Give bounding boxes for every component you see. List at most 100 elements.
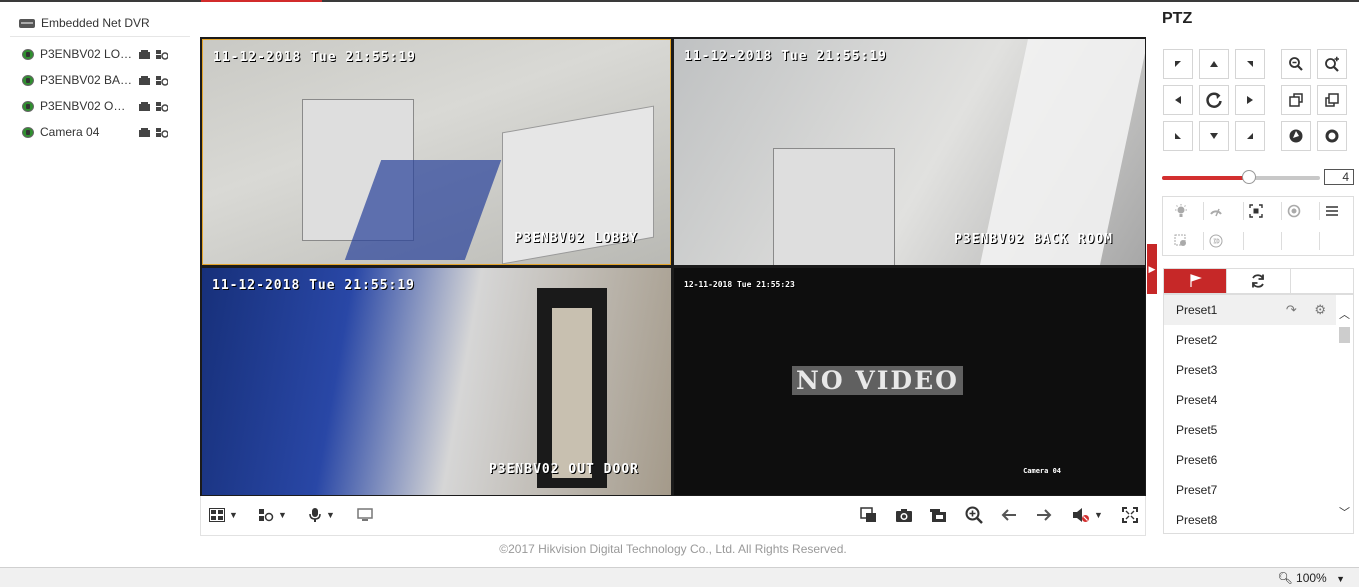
preset-label: Preset8 bbox=[1176, 513, 1218, 527]
record-icon[interactable] bbox=[138, 101, 151, 112]
ptz-tabs bbox=[1163, 268, 1354, 294]
zoom-out-button[interactable] bbox=[1281, 49, 1311, 79]
ptz-right-down-button[interactable] bbox=[1235, 121, 1265, 151]
ezoom-button[interactable] bbox=[357, 505, 373, 525]
tab-patrols[interactable] bbox=[1227, 269, 1291, 293]
iris-close-button[interactable] bbox=[1317, 121, 1347, 151]
ptz-left-up-button[interactable] bbox=[1163, 49, 1193, 79]
camera-icon bbox=[22, 48, 34, 60]
function-slot bbox=[1319, 232, 1350, 250]
ptz-down-button[interactable] bbox=[1199, 121, 1229, 151]
stream-button[interactable]: ▼ bbox=[258, 505, 287, 525]
playback-icon[interactable] bbox=[155, 49, 168, 60]
playback-icon[interactable] bbox=[155, 101, 168, 112]
no-video-label: NO VIDEO bbox=[792, 366, 963, 395]
status-bar: 🔍︎ 100% ▼ bbox=[0, 567, 1359, 587]
video-cell-out-door[interactable]: 11-12-2018 Tue 21:55:19 P3ENBV02 OUT DOO… bbox=[202, 268, 671, 495]
chevron-down-icon: ▼ bbox=[229, 510, 238, 520]
video-cell-lobby[interactable]: 11-12-2018 Tue 21:55:19 P3ENBV02 LOBBY bbox=[202, 39, 671, 265]
audio-button[interactable]: ▼ bbox=[1072, 505, 1103, 525]
osd-camera-name: P3ENBV02 OUT DOOR bbox=[488, 462, 639, 477]
fullscreen-button[interactable] bbox=[1122, 505, 1138, 525]
collapse-panel-button[interactable]: ▶ bbox=[1147, 244, 1157, 294]
refresh-icon bbox=[1252, 274, 1265, 288]
preset-label: Preset5 bbox=[1176, 423, 1218, 437]
record-button[interactable] bbox=[929, 505, 947, 525]
video-cell-camera-04[interactable]: 12-11-2018 Tue 21:55:23 NO VIDEO Camera … bbox=[674, 268, 1145, 495]
light-button[interactable] bbox=[1169, 202, 1193, 220]
preset-item[interactable]: Preset1 ↷ ⚙ bbox=[1164, 295, 1336, 325]
scrollbar-thumb[interactable] bbox=[1339, 327, 1350, 343]
menu-button[interactable] bbox=[1319, 202, 1344, 220]
osd-timestamp: 12-11-2018 Tue 21:55:23 bbox=[684, 280, 795, 289]
preset-item[interactable]: Preset8 bbox=[1164, 505, 1336, 533]
ptz-right-button[interactable] bbox=[1235, 85, 1265, 115]
preset-item[interactable]: Preset6 bbox=[1164, 445, 1336, 475]
ptz-auto-button[interactable] bbox=[1199, 85, 1229, 115]
track-icon bbox=[1174, 234, 1186, 246]
call-preset-icon[interactable]: ↷ bbox=[1286, 302, 1297, 317]
iris-open-button[interactable] bbox=[1281, 121, 1311, 151]
slider-handle[interactable] bbox=[1241, 170, 1256, 184]
chevron-down-icon: ▼ bbox=[278, 510, 287, 520]
speaker-muted-icon bbox=[1073, 508, 1089, 522]
audio-talk-button[interactable]: ▼ bbox=[308, 505, 335, 525]
arrow-up-icon bbox=[1210, 61, 1218, 67]
record-icon[interactable] bbox=[138, 49, 151, 60]
playback-icon[interactable] bbox=[155, 127, 168, 138]
zoom-control[interactable]: 🔍︎ 100% ▼ bbox=[1277, 571, 1345, 585]
preset-item[interactable]: Preset2 bbox=[1164, 325, 1336, 355]
device-tree: Embedded Net DVR P3ENBV02 LOBBY P3ENBV02… bbox=[10, 10, 190, 145]
ptz-left-button[interactable] bbox=[1163, 85, 1193, 115]
tree-root[interactable]: Embedded Net DVR bbox=[10, 10, 190, 37]
gear-icon[interactable]: ⚙ bbox=[1314, 302, 1326, 317]
tab-presets[interactable] bbox=[1164, 269, 1228, 293]
chevron-down-icon[interactable]: ﹀ bbox=[1336, 505, 1353, 521]
manual-track-button[interactable] bbox=[1169, 232, 1193, 250]
capture-button[interactable] bbox=[895, 505, 913, 525]
preset-scrollbar[interactable]: ︿ ﹀ bbox=[1336, 295, 1353, 533]
preset-item[interactable]: Preset7 bbox=[1164, 475, 1336, 505]
tree-root-label: Embedded Net DVR bbox=[41, 16, 150, 30]
preset-item[interactable]: Preset4 bbox=[1164, 385, 1336, 415]
zoom-in-button[interactable] bbox=[1317, 49, 1347, 79]
record-icon[interactable] bbox=[138, 75, 151, 86]
record-icon[interactable] bbox=[138, 127, 151, 138]
preset-item[interactable]: Preset3 bbox=[1164, 355, 1336, 385]
focus-far-button[interactable] bbox=[1317, 85, 1347, 115]
lens-init-button[interactable] bbox=[1281, 202, 1306, 220]
tree-item-camera[interactable]: P3ENBV02 BACK ROOM bbox=[10, 67, 190, 93]
tree-item-camera[interactable]: P3ENBV02 LOBBY bbox=[10, 41, 190, 67]
previous-page-button[interactable] bbox=[1001, 505, 1017, 525]
chevron-down-icon: ▼ bbox=[326, 510, 335, 520]
rotate-icon bbox=[1206, 92, 1222, 108]
ptz-left-down-button[interactable] bbox=[1163, 121, 1193, 151]
camera-icon bbox=[22, 74, 34, 86]
chevron-up-icon[interactable]: ︿ bbox=[1336, 307, 1353, 323]
ptz-up-button[interactable] bbox=[1199, 49, 1229, 79]
stop-all-button[interactable] bbox=[860, 505, 877, 525]
wiper-button[interactable] bbox=[1203, 202, 1228, 220]
preset-label: Preset3 bbox=[1176, 363, 1218, 377]
tree-item-camera[interactable]: Camera 04 bbox=[10, 119, 190, 145]
playback-icon[interactable] bbox=[155, 75, 168, 86]
ptz-speed-slider[interactable] bbox=[1162, 170, 1320, 184]
preset-item[interactable]: Preset5 bbox=[1164, 415, 1336, 445]
auxiliary-focus-button[interactable] bbox=[1243, 202, 1268, 220]
3d-zoom-button[interactable] bbox=[1203, 232, 1228, 250]
lens-icon bbox=[1287, 204, 1301, 218]
focus-near-button[interactable] bbox=[1281, 85, 1311, 115]
preset-actions: ↷ ⚙ bbox=[1286, 295, 1326, 325]
camera-label: Camera 04 bbox=[40, 125, 100, 139]
arrow-right-icon bbox=[1247, 96, 1253, 104]
layout-button[interactable]: ▼ bbox=[209, 505, 238, 525]
arrow-down-icon bbox=[1210, 133, 1218, 139]
tree-item-camera[interactable]: P3ENBV02 OUT DOOR bbox=[10, 93, 190, 119]
digital-zoom-button[interactable] bbox=[965, 505, 983, 525]
next-page-button[interactable] bbox=[1036, 505, 1052, 525]
light-bulb-icon bbox=[1175, 204, 1187, 217]
camera-label: P3ENBV02 OUT DOOR bbox=[40, 99, 134, 113]
video-toolbar: ▼ ▼ ▼ ▼ bbox=[200, 496, 1146, 536]
ptz-right-up-button[interactable] bbox=[1235, 49, 1265, 79]
video-cell-back-room[interactable]: 11-12-2018 Tue 21:55:19 P3ENBV02 BACK RO… bbox=[674, 39, 1145, 265]
